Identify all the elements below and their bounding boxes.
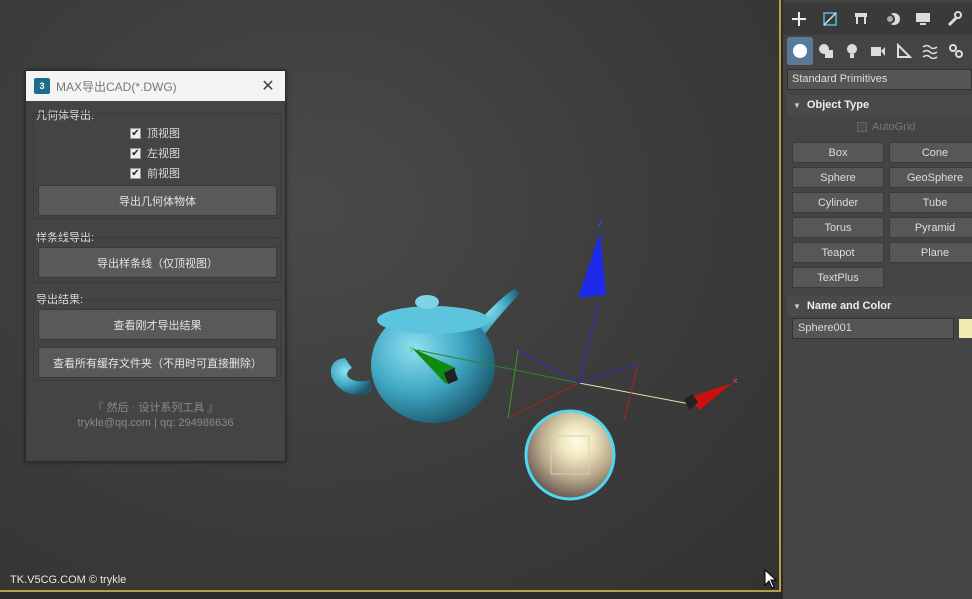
cone-button[interactable]: Cone <box>889 142 972 163</box>
export-spline-button[interactable]: 导出样条线（仅顶视图） <box>38 247 277 278</box>
sphere-button[interactable]: Sphere <box>792 167 884 188</box>
3dsmax-app-icon: 3 <box>34 78 50 94</box>
helpers-icon[interactable] <box>891 37 917 65</box>
spline-export-group: 导出样条线（仅顶视图） <box>33 237 281 283</box>
command-panel[interactable]: Standard Primitives ▼ Object Type AutoGr… <box>783 0 972 599</box>
name-color-rollout-header[interactable]: ▼ Name and Color <box>787 296 972 316</box>
export-geometry-button[interactable]: 导出几何体物体 <box>38 185 277 216</box>
checkmark-icon: ✔ <box>130 167 141 179</box>
y-axis-label: y <box>409 344 414 353</box>
name-color-title: Name and Color <box>806 300 892 312</box>
shapes-icon[interactable] <box>813 37 839 65</box>
modify-icon[interactable] <box>814 5 845 33</box>
object-type-rollout-header[interactable]: ▼ Object Type <box>787 95 972 115</box>
lights-icon[interactable] <box>839 37 865 65</box>
front-view-checkbox[interactable]: ✔ 前视图 <box>130 165 180 181</box>
collapse-triangle-icon: ▼ <box>793 301 801 311</box>
checkmark-icon: ✔ <box>130 127 141 139</box>
motion-icon[interactable] <box>876 5 907 33</box>
textplus-button[interactable]: TextPlus <box>792 267 884 288</box>
autogrid-label: AutoGrid <box>872 121 916 133</box>
top-view-checkbox[interactable]: ✔ 顶视图 <box>130 125 180 141</box>
geosphere-button[interactable]: GeoSphere <box>889 167 972 188</box>
checkbox-icon <box>857 122 867 132</box>
pyramid-button[interactable]: Pyramid <box>889 217 972 238</box>
watermark-text: TK.V5CG.COM © trykle <box>10 574 127 586</box>
cylinder-button[interactable]: Cylinder <box>792 192 884 213</box>
autogrid-checkbox[interactable]: AutoGrid <box>857 121 915 133</box>
x-axis-label: x <box>733 376 738 385</box>
object-type-title: Object Type <box>806 99 870 111</box>
z-axis-label: z <box>598 219 602 228</box>
geometry-export-group: ✔ 顶视图 ✔ 左视图 ✔ 前视图 导出几何体物体 <box>33 113 281 219</box>
credits-contact: trykle@qq.com | qq: 294986636 <box>77 417 234 429</box>
tube-button[interactable]: Tube <box>889 192 972 213</box>
export-result-group: 查看刚才导出结果 查看所有缓存文件夹（不用时可直接删除） <box>33 299 281 381</box>
torus-button[interactable]: Torus <box>792 217 884 238</box>
view-cache-folder-button[interactable]: 查看所有缓存文件夹（不用时可直接删除） <box>38 347 277 378</box>
export-cad-dialog[interactable]: 3 MAX导出CAD(*.DWG) ✕ 几何体导出: ✔ 顶视图 ✔ 左视图 ✔… <box>25 70 286 462</box>
left-view-checkbox[interactable]: ✔ 左视图 <box>130 145 180 161</box>
command-panel-sub-tabs <box>783 35 972 67</box>
left-view-label: 左视图 <box>147 148 180 160</box>
credits-title: 『 然后 · 设计系列工具 』 <box>92 402 219 414</box>
display-icon[interactable] <box>907 5 938 33</box>
dialog-titlebar[interactable]: 3 MAX导出CAD(*.DWG) ✕ <box>26 71 285 101</box>
hierarchy-icon[interactable] <box>845 5 876 33</box>
view-last-result-button[interactable]: 查看刚才导出结果 <box>38 309 277 340</box>
primitive-category-dropdown[interactable]: Standard Primitives <box>787 69 972 90</box>
systems-icon[interactable] <box>943 37 969 65</box>
box-button[interactable]: Box <box>792 142 884 163</box>
sphere001-object[interactable] <box>524 409 616 501</box>
dialog-title: MAX导出CAD(*.DWG) <box>56 79 177 94</box>
checkmark-icon: ✔ <box>130 147 141 159</box>
plus-icon[interactable] <box>783 5 814 33</box>
geometry-icon[interactable] <box>787 37 813 65</box>
mouse-cursor-icon <box>764 569 778 589</box>
collapse-triangle-icon: ▼ <box>793 100 801 110</box>
object-name-field[interactable]: Sphere001 <box>792 318 954 339</box>
front-view-label: 前视图 <box>147 168 180 180</box>
spacewarps-icon[interactable] <box>917 37 943 65</box>
cameras-icon[interactable] <box>865 37 891 65</box>
object-color-swatch[interactable] <box>959 319 972 338</box>
teapot-button[interactable]: Teapot <box>792 242 884 263</box>
close-icon[interactable]: ✕ <box>259 76 277 96</box>
plane-button[interactable]: Plane <box>889 242 972 263</box>
utilities-icon[interactable] <box>938 5 969 33</box>
top-view-label: 顶视图 <box>147 128 180 140</box>
command-panel-main-tabs <box>783 3 972 35</box>
